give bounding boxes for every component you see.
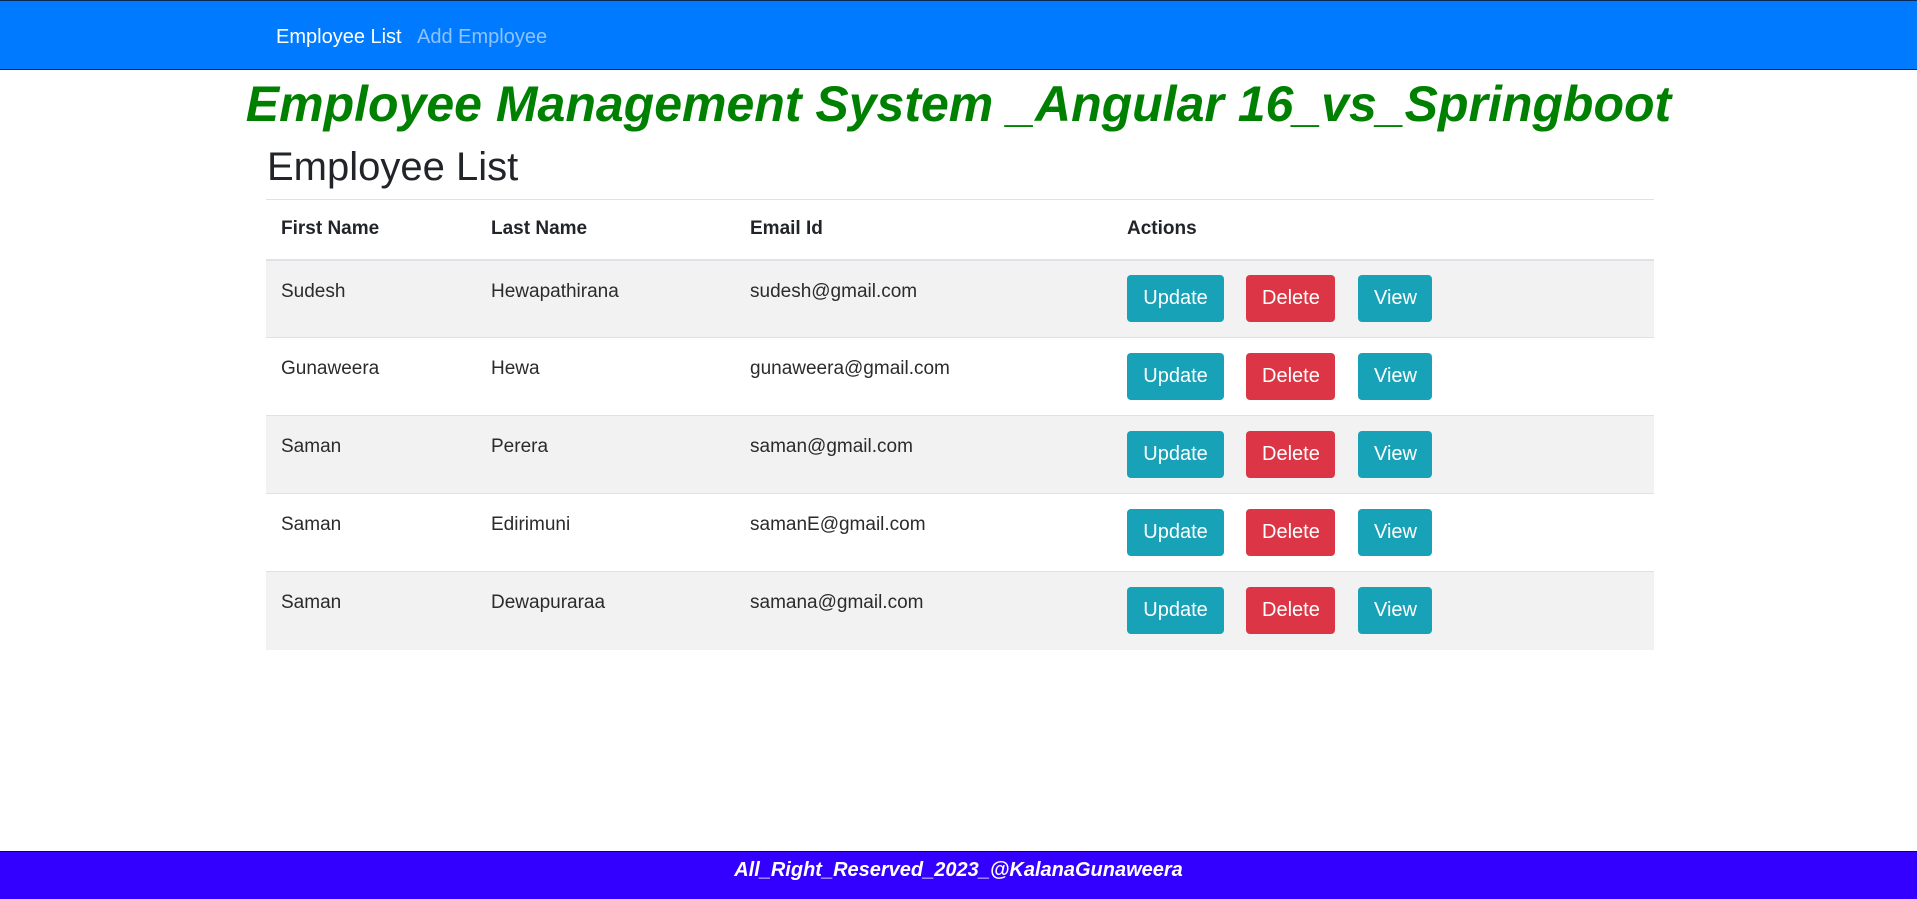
actions-cell: Update Delete View — [1112, 337, 1654, 416]
table-row: Sudesh Hewapathirana sudesh@gmail.com Up… — [266, 259, 1654, 338]
first-name-cell: Saman — [266, 571, 476, 650]
email-cell: gunaweera@gmail.com — [735, 337, 1112, 416]
delete-button[interactable]: Delete — [1246, 353, 1335, 400]
email-cell: saman@gmail.com — [735, 415, 1112, 494]
actions-cell: Update Delete View — [1112, 259, 1654, 338]
update-button[interactable]: Update — [1127, 353, 1224, 400]
view-button[interactable]: View — [1358, 587, 1432, 635]
first-name-cell: Saman — [266, 493, 476, 572]
last-name-cell: Perera — [476, 415, 735, 494]
column-header-email-id: Email Id — [735, 199, 1112, 261]
delete-button[interactable]: Delete — [1246, 275, 1335, 323]
last-name-cell: Dewapuraraa — [476, 571, 735, 650]
view-button[interactable]: View — [1358, 509, 1432, 556]
delete-button[interactable]: Delete — [1246, 431, 1335, 478]
column-header-first-name: First Name — [266, 199, 476, 261]
table-header-row: First Name Last Name Email Id Actions — [266, 199, 1654, 261]
top-navbar: Employee List Add Employee — [0, 0, 1917, 70]
nav-add-employee[interactable]: Add Employee — [417, 25, 547, 49]
update-button[interactable]: Update — [1127, 275, 1224, 323]
first-name-cell: Gunaweera — [266, 337, 476, 416]
nav-employee-list[interactable]: Employee List — [276, 25, 402, 49]
actions-cell: Update Delete View — [1112, 415, 1654, 494]
app-title: Employee Management System _Angular 16_v… — [245, 76, 1672, 132]
email-cell: sudesh@gmail.com — [735, 259, 1112, 338]
table-row: Saman Perera saman@gmail.com Update Delet… — [266, 415, 1654, 494]
view-button[interactable]: View — [1358, 275, 1432, 323]
update-button[interactable]: Update — [1127, 509, 1224, 556]
footer-copyright: All_Right_Reserved_2023_@KalanaGunaweera — [734, 859, 1183, 881]
update-button[interactable]: Update — [1127, 431, 1224, 478]
employee-table: First Name Last Name Email Id Actions Su… — [266, 199, 1654, 650]
view-button[interactable]: View — [1358, 431, 1432, 478]
table-row: Saman Edirimuni samanE@gmail.com Update D… — [266, 493, 1654, 572]
table-header: First Name Last Name Email Id Actions — [266, 199, 1654, 261]
page-title: Employee List — [267, 145, 519, 189]
view-button[interactable]: View — [1358, 353, 1432, 400]
column-header-actions: Actions — [1112, 199, 1654, 261]
table-row: Gunaweera Hewa gunaweera@gmail.com Updat… — [266, 337, 1654, 416]
first-name-cell: Sudesh — [266, 259, 476, 338]
last-name-cell: Hewa — [476, 337, 735, 416]
page-footer: All_Right_Reserved_2023_@KalanaGunaweera — [0, 851, 1917, 899]
actions-cell: Update Delete View — [1112, 571, 1654, 650]
table-body: Sudesh Hewapathirana sudesh@gmail.com Up… — [266, 259, 1654, 650]
update-button[interactable]: Update — [1127, 587, 1224, 635]
delete-button[interactable]: Delete — [1246, 509, 1335, 556]
last-name-cell: Hewapathirana — [476, 259, 735, 338]
last-name-cell: Edirimuni — [476, 493, 735, 572]
email-cell: samanE@gmail.com — [735, 493, 1112, 572]
delete-button[interactable]: Delete — [1246, 587, 1335, 635]
column-header-last-name: Last Name — [476, 199, 735, 261]
table-row: Saman Dewapuraraa samana@gmail.com Updat… — [266, 571, 1654, 650]
first-name-cell: Saman — [266, 415, 476, 494]
actions-cell: Update Delete View — [1112, 493, 1654, 572]
email-cell: samana@gmail.com — [735, 571, 1112, 650]
